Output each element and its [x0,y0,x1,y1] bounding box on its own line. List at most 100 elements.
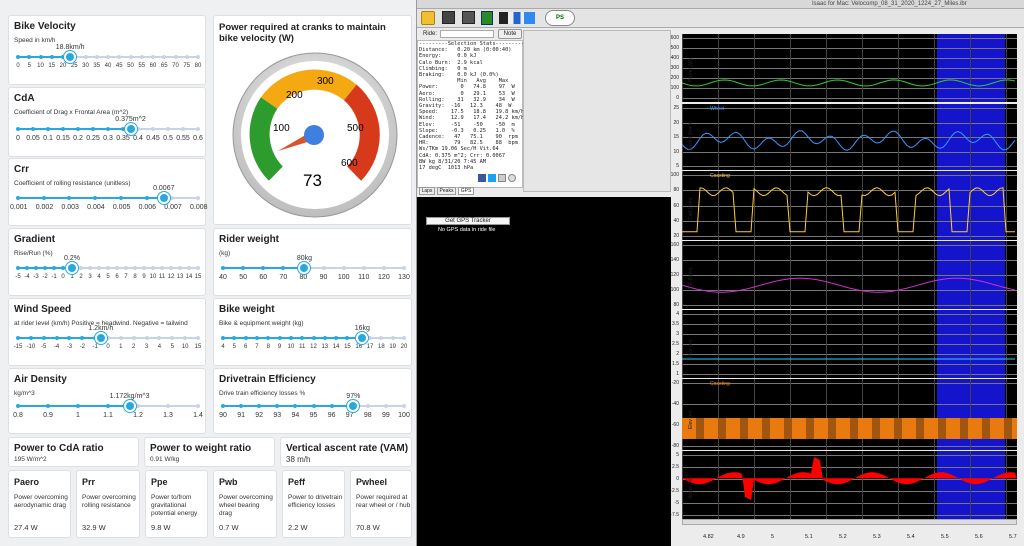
save-as-icon[interactable] [462,11,475,24]
metric-title: Pwb [219,477,238,487]
plot-panel[interactable]: Coasting [682,171,1017,240]
cda-slider[interactable]: 0 0.05 0.1 0.15 0.2 0.25 0.3 0.35 0.4 0.45 0.5 0.55… [14,116,203,158]
slider-thumb[interactable] [347,400,360,412]
device-icon[interactable] [481,11,493,25]
plot-axis-label: Speed (km/h) [688,120,694,151]
bike-slider[interactable]: 4 5 6 7 8 9 10 11 12 13 14 15 16 17 18 19 20 16kg [219,325,408,367]
slider-dot [261,266,266,270]
slider-thumb[interactable] [157,192,170,204]
slider-tick-label: 40 [219,274,227,281]
open-folder-icon[interactable] [421,11,435,25]
wind-slider[interactable]: -15 -10 -5 -4 -3 -2 -1 0 1 2 3 4 5 10 15 1.2km/h [14,325,202,367]
plot-tick: -2.5 [670,488,679,494]
slider-dot [170,196,175,200]
facebook-icon[interactable] [478,174,486,182]
slider-thumb[interactable] [66,262,78,274]
slider-dot [79,266,83,270]
slider-dot [381,266,386,270]
slider-dot [67,336,72,340]
plot-panel[interactable]: Coasting [682,379,1017,450]
cda-subtitle: Coefficient of Drag x Frontal Area (m^2) [14,109,129,116]
power-weight-value: 0.91 W/kg [150,456,180,463]
slider-thumb[interactable] [298,262,311,274]
crr-slider[interactable]: 0.001 0.002 0.003 0.004 0.005 0.006 0.007 0.008… [10,185,208,227]
slider-dot [365,404,370,408]
slider-dot [184,55,189,59]
graph-scrollbar[interactable] [682,519,1017,525]
tab-laps[interactable]: Laps [419,187,435,195]
rider-title: Rider weight [219,234,280,245]
slider-tick-label: 80 [299,274,308,281]
slider-dot [136,404,140,408]
tab-peaks[interactable]: Peaks [437,187,456,195]
slider-dot [183,336,188,340]
slider-tick-label: 96 [327,412,336,419]
share-icon[interactable] [508,174,516,182]
note-button[interactable]: Note [498,29,522,39]
plot-tick: 40 [673,217,679,224]
plot-panel[interactable] [682,310,1017,378]
plot-axis-label: Cad (rpm) [688,196,694,220]
plot-axis-label: Slope (%) [688,477,694,499]
slider-thumb[interactable] [123,400,136,412]
velocity-slider[interactable]: 0 5 10 15 20 25 30 35 40 45 50 55 60 65 70 75 80 18.8km/h [14,44,202,86]
powerstroke-logo[interactable]: PS [545,10,575,26]
slider-dot [300,336,305,340]
slider-thumb[interactable] [64,51,77,63]
slider-thumb[interactable] [94,332,107,344]
metric-value: 9.8 W [151,523,171,532]
download-icon[interactable] [499,12,535,24]
slider-tick-label: 0.45 [146,135,160,142]
series-legend: Wheel [710,106,725,112]
save-icon[interactable] [442,11,455,24]
slider-dot [115,266,119,270]
gauge-title: Power required at cranks to maintain bik… [219,22,386,44]
density-card: Air Density kg/m^3 0.8 0.9 1 1.1 1.2 1.3 1.4 1.… [8,368,206,434]
rider-slider[interactable]: 40 50 60 70 80 90 100 110 120 130 80kg [219,255,410,297]
gridline [970,379,971,450]
slider-dot [49,55,54,59]
slider-dot [275,404,280,408]
series-legend: Coasting [710,381,730,387]
gradient-slider[interactable]: -5 -4 -3 -2 -1 0 1 2 3 4 5 6 7 8 9 10 11 12 13 14 15 0.2% [14,255,202,297]
drivetrain-slider[interactable]: 90 91 92 93 94 95 96 97 98 99 100 97% [219,393,410,435]
plot-tick: 120 [670,272,679,278]
plot-panel[interactable] [682,34,1017,102]
twitter-icon[interactable] [488,174,496,182]
slider-dot [166,127,170,131]
slider-dot [368,336,373,340]
plot-tick: 5 [676,452,679,458]
slider-thumb[interactable] [356,332,369,344]
plot-panel[interactable] [682,451,1017,519]
slider-dot [321,266,326,270]
velocity-card: Bike Velocity Speed in km/h 0 5 10 15 20 25 30… [8,15,206,85]
gridline [826,379,827,450]
email-icon[interactable] [498,174,506,182]
plot-tick: 400 [670,55,679,61]
metric-desc: Power overcoming rolling resistance [82,494,136,509]
wind-title: Wind Speed [14,304,72,315]
series-line [682,130,1016,151]
density-slider[interactable]: 0.8 0.9 1 1.1 1.2 1.3 1.4 1.172kg/m^3 [13,393,203,435]
get-gps-tracker-button[interactable]: Get GPS Tracker [426,217,510,225]
plot-tick: 2 [676,351,679,357]
metric-paero: Paero Power overcoming aerodynamic drag 27… [8,470,71,538]
ride-field[interactable] [440,30,494,38]
plot-panel[interactable]: Wheel [682,104,1017,170]
slider-thumb[interactable] [124,123,137,135]
plot-tick: 10 [673,148,679,155]
slider-dot [341,266,346,270]
slider-tick-label: 1.2 [133,412,143,419]
slider-dot [83,55,88,59]
slider-dot [139,55,144,59]
gauge-label-300: 300 [317,76,334,87]
slider-tick-label: 0.1 [43,135,53,142]
tab-gps[interactable]: GPS [458,187,474,195]
slider-tick-label: 1 [76,412,80,419]
plot-tick: 3.5 [672,321,679,327]
power-cda-value: 195 W/m^2 [14,456,47,463]
x-tick: 5.1 [805,534,813,540]
gridline [898,379,899,450]
plot-panel[interactable] [682,241,1017,309]
slider-dot [281,266,286,270]
